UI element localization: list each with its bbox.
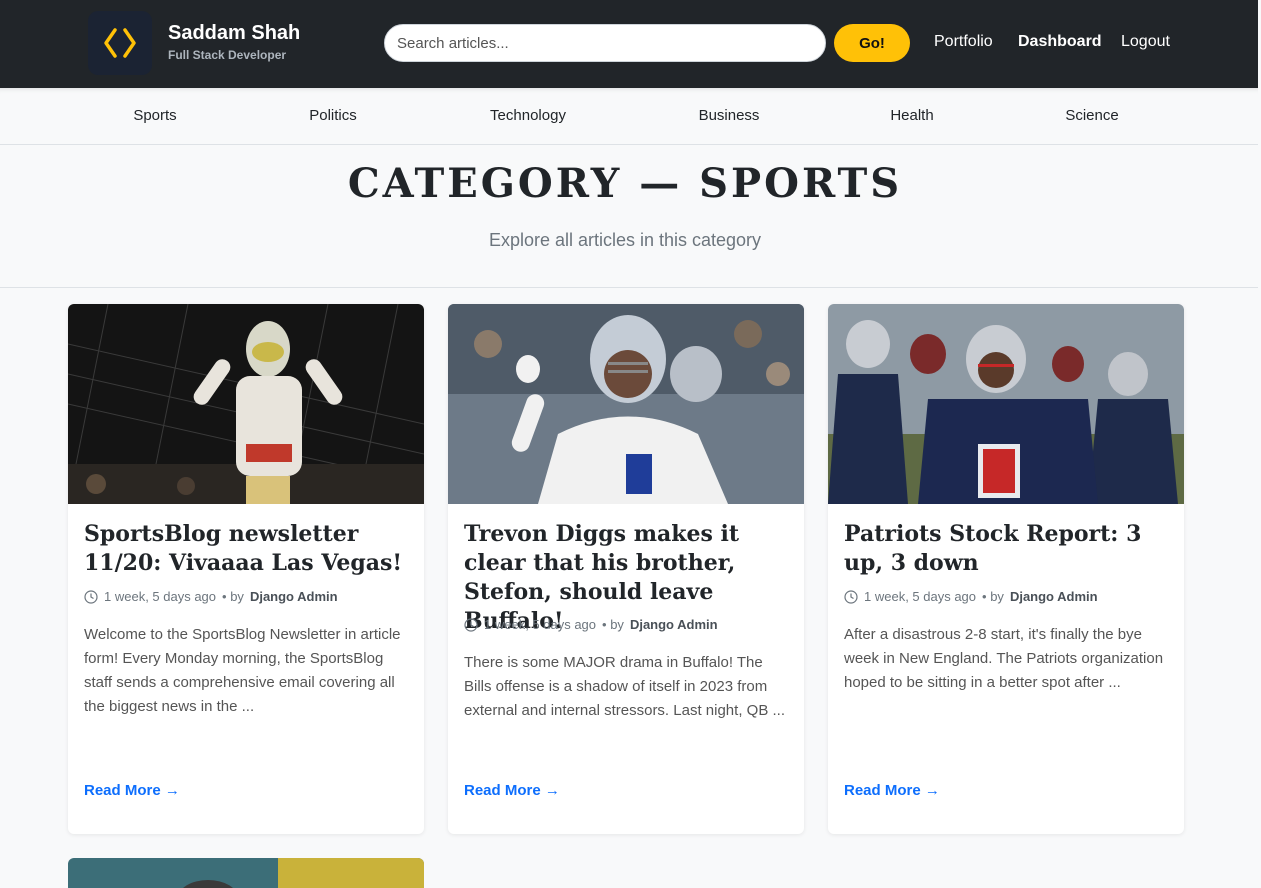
article-title[interactable]: Patriots Stock Report: 3 up, 3 down xyxy=(844,520,1174,578)
category-link-business[interactable]: Business xyxy=(699,107,760,124)
category-link-technology[interactable]: Technology xyxy=(490,107,566,124)
nav-dashboard-link[interactable]: Dashboard xyxy=(1018,33,1102,51)
article-time: 1 week, 5 days ago xyxy=(864,589,977,604)
clock-icon xyxy=(464,617,478,632)
article-author: Django Admin xyxy=(1009,589,1098,604)
article-by: • by xyxy=(222,589,244,604)
article-image[interactable] xyxy=(828,304,1184,504)
article-card: Trevon Diggs makes it clear that his bro… xyxy=(448,304,804,834)
article-excerpt: After a disastrous 2-8 start, it's final… xyxy=(844,626,1164,691)
article-meta: 1 week, 5 days ago • by Django Admin xyxy=(464,617,718,632)
code-brackets-logo-icon[interactable] xyxy=(88,11,152,75)
search-go-button[interactable]: Go! xyxy=(834,24,910,62)
page-title: CATEGORY — SPORTS xyxy=(347,160,903,207)
category-nav: Sports Politics Technology Business Heal… xyxy=(0,88,1258,145)
search-input[interactable] xyxy=(384,24,826,62)
article-by: • by xyxy=(602,617,624,632)
article-meta: 1 week, 5 days ago • by Django Admin xyxy=(844,589,1098,604)
article-image[interactable] xyxy=(448,304,804,504)
clock-icon xyxy=(844,589,858,604)
top-navbar: Saddam Shah Full Stack Developer Go! Por… xyxy=(0,0,1258,88)
read-more-link[interactable]: Read More → xyxy=(844,782,940,799)
article-author: Django Admin xyxy=(629,617,718,632)
category-link-science[interactable]: Science xyxy=(1065,107,1118,124)
article-by: • by xyxy=(982,589,1004,604)
brand-subtitle: Full Stack Developer xyxy=(168,48,287,62)
article-excerpt: Welcome to the SportsBlog Newsletter in … xyxy=(84,626,401,715)
read-more-link[interactable]: Read More → xyxy=(84,782,180,799)
article-time: 1 week, 5 days ago xyxy=(484,617,597,632)
article-card: SportsBlog newsletter 11/20: Vivaaaa Las… xyxy=(68,304,424,834)
category-link-sports[interactable]: Sports xyxy=(133,107,176,124)
nav-portfolio-link[interactable]: Portfolio xyxy=(934,33,993,51)
page-subtitle: Explore all articles in this category xyxy=(488,230,762,250)
category-link-health[interactable]: Health xyxy=(890,107,933,124)
read-more-link[interactable]: Read More → xyxy=(464,782,560,799)
article-title[interactable]: SportsBlog newsletter 11/20: Vivaaaa Las… xyxy=(84,520,414,578)
article-time: 1 week, 5 days ago xyxy=(104,589,217,604)
clock-icon xyxy=(84,589,98,604)
article-image-partial[interactable] xyxy=(68,858,424,888)
article-image[interactable] xyxy=(68,304,424,504)
article-meta: 1 week, 5 days ago • by Django Admin xyxy=(84,589,338,604)
brand-name[interactable]: Saddam Shah xyxy=(168,22,300,45)
divider xyxy=(0,287,1258,288)
article-excerpt: There is some MAJOR drama in Buffalo! Th… xyxy=(464,654,785,719)
nav-logout-link[interactable]: Logout xyxy=(1121,33,1170,51)
article-card: Patriots Stock Report: 3 up, 3 down 1 we… xyxy=(828,304,1184,834)
category-link-politics[interactable]: Politics xyxy=(309,107,357,124)
article-author: Django Admin xyxy=(249,589,338,604)
